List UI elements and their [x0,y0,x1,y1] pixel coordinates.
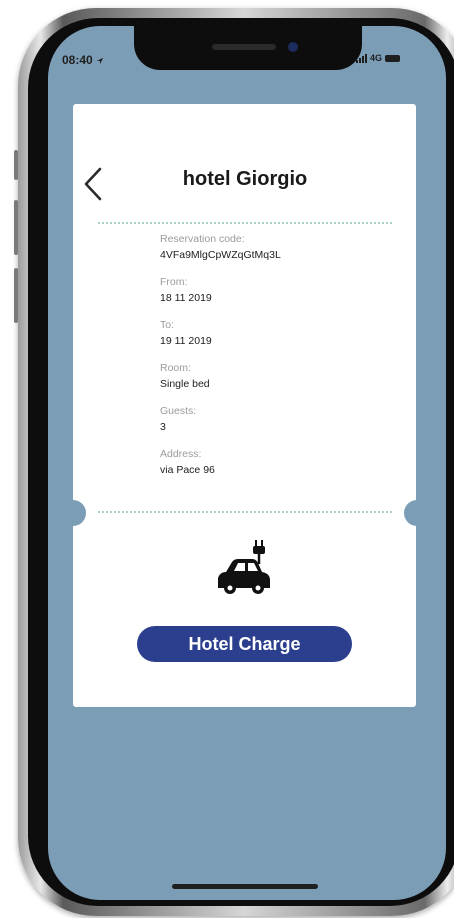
back-button[interactable] [80,164,110,204]
location-arrow-icon [96,57,104,65]
address-label: Address: [160,448,202,460]
from-label: From: [160,276,188,288]
volume-up-button [14,200,18,255]
electric-car-icon [218,540,270,594]
reservation-details: Reservation code: 4VFa9MlgCpWZqGtMq3L Fr… [160,232,281,490]
front-camera [288,42,298,52]
chevron-left-icon [84,167,102,201]
cellular-signal-icon [356,53,367,63]
guests-value: 3 [160,421,166,433]
status-indicators: 4G [356,53,401,63]
silent-switch [14,150,18,180]
battery-icon [385,54,401,62]
home-indicator[interactable] [172,884,318,889]
room-value: Single bed [160,378,210,390]
volume-down-button [14,268,18,323]
hotel-charge-button[interactable]: Hotel Charge [137,626,352,662]
reservation-code-label: Reservation code: [160,233,245,245]
hotel-name-title: hotel Giorgio [182,168,308,190]
guests-label: Guests: [160,405,197,417]
ticket-cutout-right [404,500,430,526]
ticket-cutout-left [60,500,86,526]
status-time: 08:40 [62,53,104,67]
to-label: To: [160,319,175,331]
reservation-code-value: 4VFa9MlgCpWZqGtMq3L [160,249,281,261]
address-value: via Pace 96 [160,464,215,476]
speaker-grille [212,44,276,50]
dotted-divider-bottom [98,511,392,513]
room-label: Room: [160,362,191,374]
to-date-value: 19 11 2019 [160,335,212,347]
dotted-divider-top [98,222,392,224]
from-date-value: 18 11 2019 [160,292,212,304]
network-type: 4G [370,53,383,63]
